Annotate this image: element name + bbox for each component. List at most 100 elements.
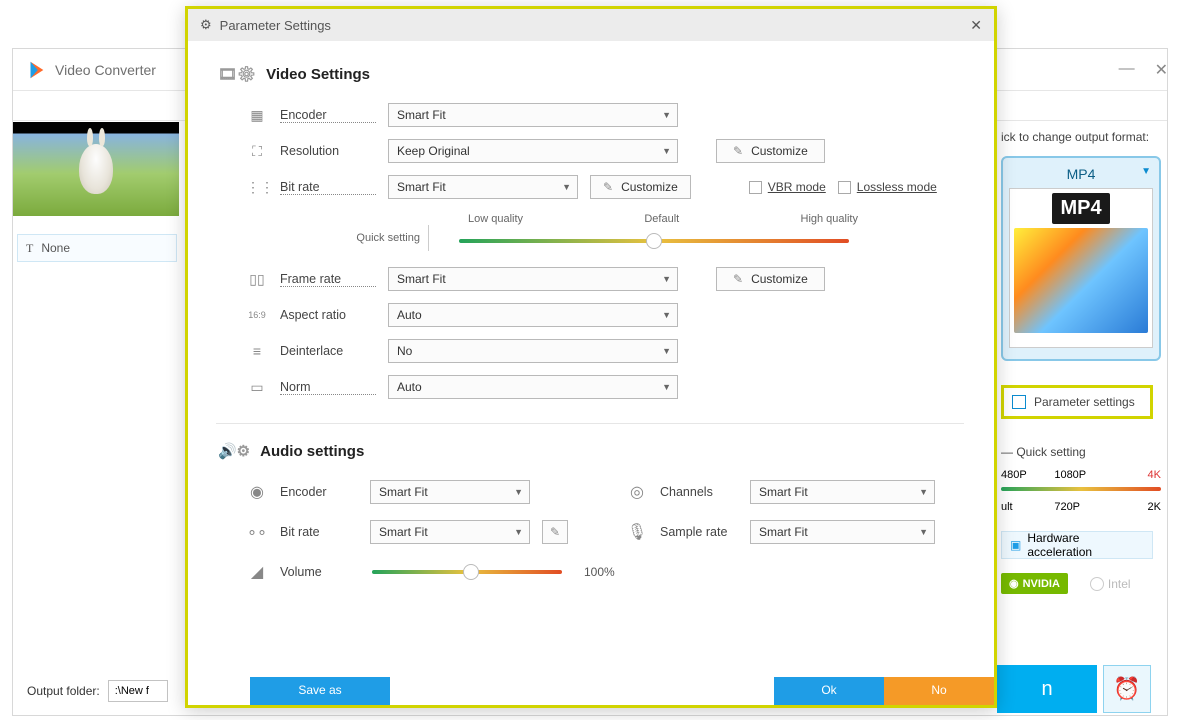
- chip-icon: ▣: [1010, 538, 1021, 552]
- settings-icon: ⚙: [200, 17, 212, 33]
- volume-value: 100%: [584, 565, 615, 579]
- text-cursor-icon: T: [26, 241, 33, 256]
- samplerate-label: Sample rate: [660, 525, 738, 539]
- lossless-checkbox[interactable]: Lossless mode: [838, 180, 937, 194]
- quick-setting-slider[interactable]: [1001, 487, 1161, 491]
- output-format-card[interactable]: MP4 ▼ MP4: [1001, 156, 1161, 361]
- audio-settings-header: 🔊⚙ Audio settings: [218, 442, 964, 460]
- vbr-checkbox[interactable]: VBR mode: [749, 180, 826, 194]
- bunny-icon: [79, 144, 113, 194]
- mp4-badge: MP4: [1052, 193, 1109, 224]
- format-preview: MP4: [1009, 188, 1153, 348]
- intel-badge: Intel: [1090, 577, 1131, 591]
- ok-button[interactable]: Ok: [774, 677, 884, 705]
- framerate-label: Frame rate: [280, 272, 376, 287]
- schedule-button[interactable]: ⏰: [1103, 665, 1151, 713]
- app-logo-icon: [25, 59, 47, 81]
- film-gear-icon: 🎞⚙: [218, 65, 256, 83]
- sliders-icon: [1012, 395, 1026, 409]
- volume-label: Volume: [280, 565, 358, 579]
- resolution-label: Resolution: [280, 144, 376, 158]
- save-as-button[interactable]: Save as: [250, 677, 390, 705]
- framerate-customize-button[interactable]: ✎Customize: [716, 267, 825, 291]
- hardware-acceleration-row[interactable]: ▣ Hardware acceleration: [1001, 531, 1153, 559]
- bitrate-label: Bit rate: [280, 180, 376, 195]
- encoder-select[interactable]: Smart Fit: [388, 103, 678, 127]
- encoder-label: Encoder: [280, 108, 376, 123]
- resolution-customize-button[interactable]: ✎Customize: [716, 139, 825, 163]
- audio-encoder-select[interactable]: Smart Fit: [370, 480, 530, 504]
- aspect-row: 16:9 Aspect ratio Auto: [246, 297, 964, 333]
- samplerate-select[interactable]: Smart Fit: [750, 520, 935, 544]
- norm-label: Norm: [280, 380, 376, 395]
- run-button[interactable]: n: [997, 665, 1097, 713]
- aspect-label: Aspect ratio: [280, 308, 376, 322]
- dialog-close-button[interactable]: ✕: [970, 17, 982, 34]
- parameter-settings-dialog: ⚙ Parameter Settings ✕ 🎞⚙ Video Settings…: [185, 6, 997, 708]
- speaker-gear-icon: 🔊⚙: [218, 442, 250, 460]
- format-image: [1014, 228, 1148, 333]
- app-title: Video Converter: [55, 62, 156, 78]
- norm-select[interactable]: Auto: [388, 375, 678, 399]
- channels-select[interactable]: Smart Fit: [750, 480, 935, 504]
- bitrate-quick-setting: Low quality Default High quality Quick s…: [338, 205, 964, 255]
- pencil-icon: ✎: [603, 180, 613, 194]
- framerate-select[interactable]: Smart Fit: [388, 267, 678, 291]
- audio-bitrate-select[interactable]: Smart Fit: [370, 520, 530, 544]
- bitrate-customize-button[interactable]: ✎Customize: [590, 175, 691, 199]
- chevron-down-icon: ▼: [1141, 166, 1151, 177]
- audio-bitrate-edit-button[interactable]: ✎: [542, 520, 568, 544]
- volume-icon: ◢: [246, 562, 268, 582]
- close-button[interactable]: ✕: [1155, 60, 1168, 80]
- channels-icon: ◎: [626, 482, 648, 502]
- none-label: None: [41, 241, 70, 255]
- audio-encoder-label: Encoder: [280, 485, 358, 499]
- norm-icon: ▭: [246, 379, 268, 396]
- channels-label: Channels: [660, 485, 738, 499]
- audio-encoder-row: ◉ Encoder Smart Fit: [246, 474, 626, 510]
- quality-slider[interactable]: [459, 239, 849, 243]
- left-panel: T None: [13, 122, 181, 262]
- audio-bitrate-label: Bit rate: [280, 525, 358, 539]
- slider-thumb[interactable]: [646, 233, 662, 249]
- right-panel: ick to change output format: MP4 ▼ MP4 P…: [987, 122, 1167, 692]
- video-thumbnail[interactable]: [13, 122, 179, 216]
- parameter-settings-label: Parameter settings: [1034, 395, 1135, 409]
- encoder-row: ▦ Encoder Smart Fit: [246, 97, 964, 133]
- parameter-settings-link[interactable]: Parameter settings: [1001, 385, 1153, 419]
- subtitle-none-row[interactable]: T None: [17, 234, 177, 262]
- alarm-icon: ⏰: [1113, 676, 1140, 702]
- output-folder-input[interactable]: [108, 680, 168, 702]
- audio-bitrate-row: ∘∘ Bit rate Smart Fit ✎: [246, 514, 626, 550]
- aspect-icon: 16:9: [246, 310, 268, 320]
- samplerate-row: 🎙 Sample rate Smart Fit: [626, 514, 986, 550]
- audio-encoder-icon: ◉: [246, 482, 268, 502]
- mic-icon: 🎙: [626, 522, 648, 542]
- quick-setting-label: — Quick setting: [1001, 445, 1153, 459]
- nvidia-badge: ◉NVIDIA: [1001, 573, 1068, 594]
- aspect-select[interactable]: Auto: [388, 303, 678, 327]
- quick-setting-row2: ult 720P 2K: [1001, 501, 1161, 513]
- bitrate-row: ⋮⋮ Bit rate Smart Fit ✎Customize VBR mod…: [246, 169, 964, 205]
- dialog-titlebar: ⚙ Parameter Settings ✕: [188, 9, 994, 41]
- format-title: MP4: [1009, 164, 1153, 188]
- nvidia-eye-icon: ◉: [1009, 577, 1019, 590]
- pencil-icon: ✎: [733, 272, 743, 286]
- pencil-icon: ✎: [733, 144, 743, 158]
- no-button[interactable]: No: [884, 677, 994, 705]
- minimize-button[interactable]: —: [1119, 60, 1135, 80]
- bitrate-icon: ⋮⋮: [246, 179, 268, 196]
- output-folder-label: Output folder:: [27, 684, 100, 698]
- encoder-icon: ▦: [246, 107, 268, 124]
- deinterlace-select[interactable]: No: [388, 339, 678, 363]
- channels-row: ◎ Channels Smart Fit: [626, 474, 986, 510]
- bitrate-select[interactable]: Smart Fit: [388, 175, 578, 199]
- audio-bitrate-icon: ∘∘: [246, 522, 268, 542]
- change-format-hint: ick to change output format:: [1001, 130, 1153, 144]
- window-controls: — ✕: [1119, 60, 1168, 80]
- volume-slider[interactable]: [372, 570, 562, 574]
- resolution-select[interactable]: Keep Original: [388, 139, 678, 163]
- framerate-row: ▯▯ Frame rate Smart Fit ✎Customize: [246, 261, 964, 297]
- slider-thumb[interactable]: [463, 564, 479, 580]
- deinterlace-row: ≡ Deinterlace No: [246, 333, 964, 369]
